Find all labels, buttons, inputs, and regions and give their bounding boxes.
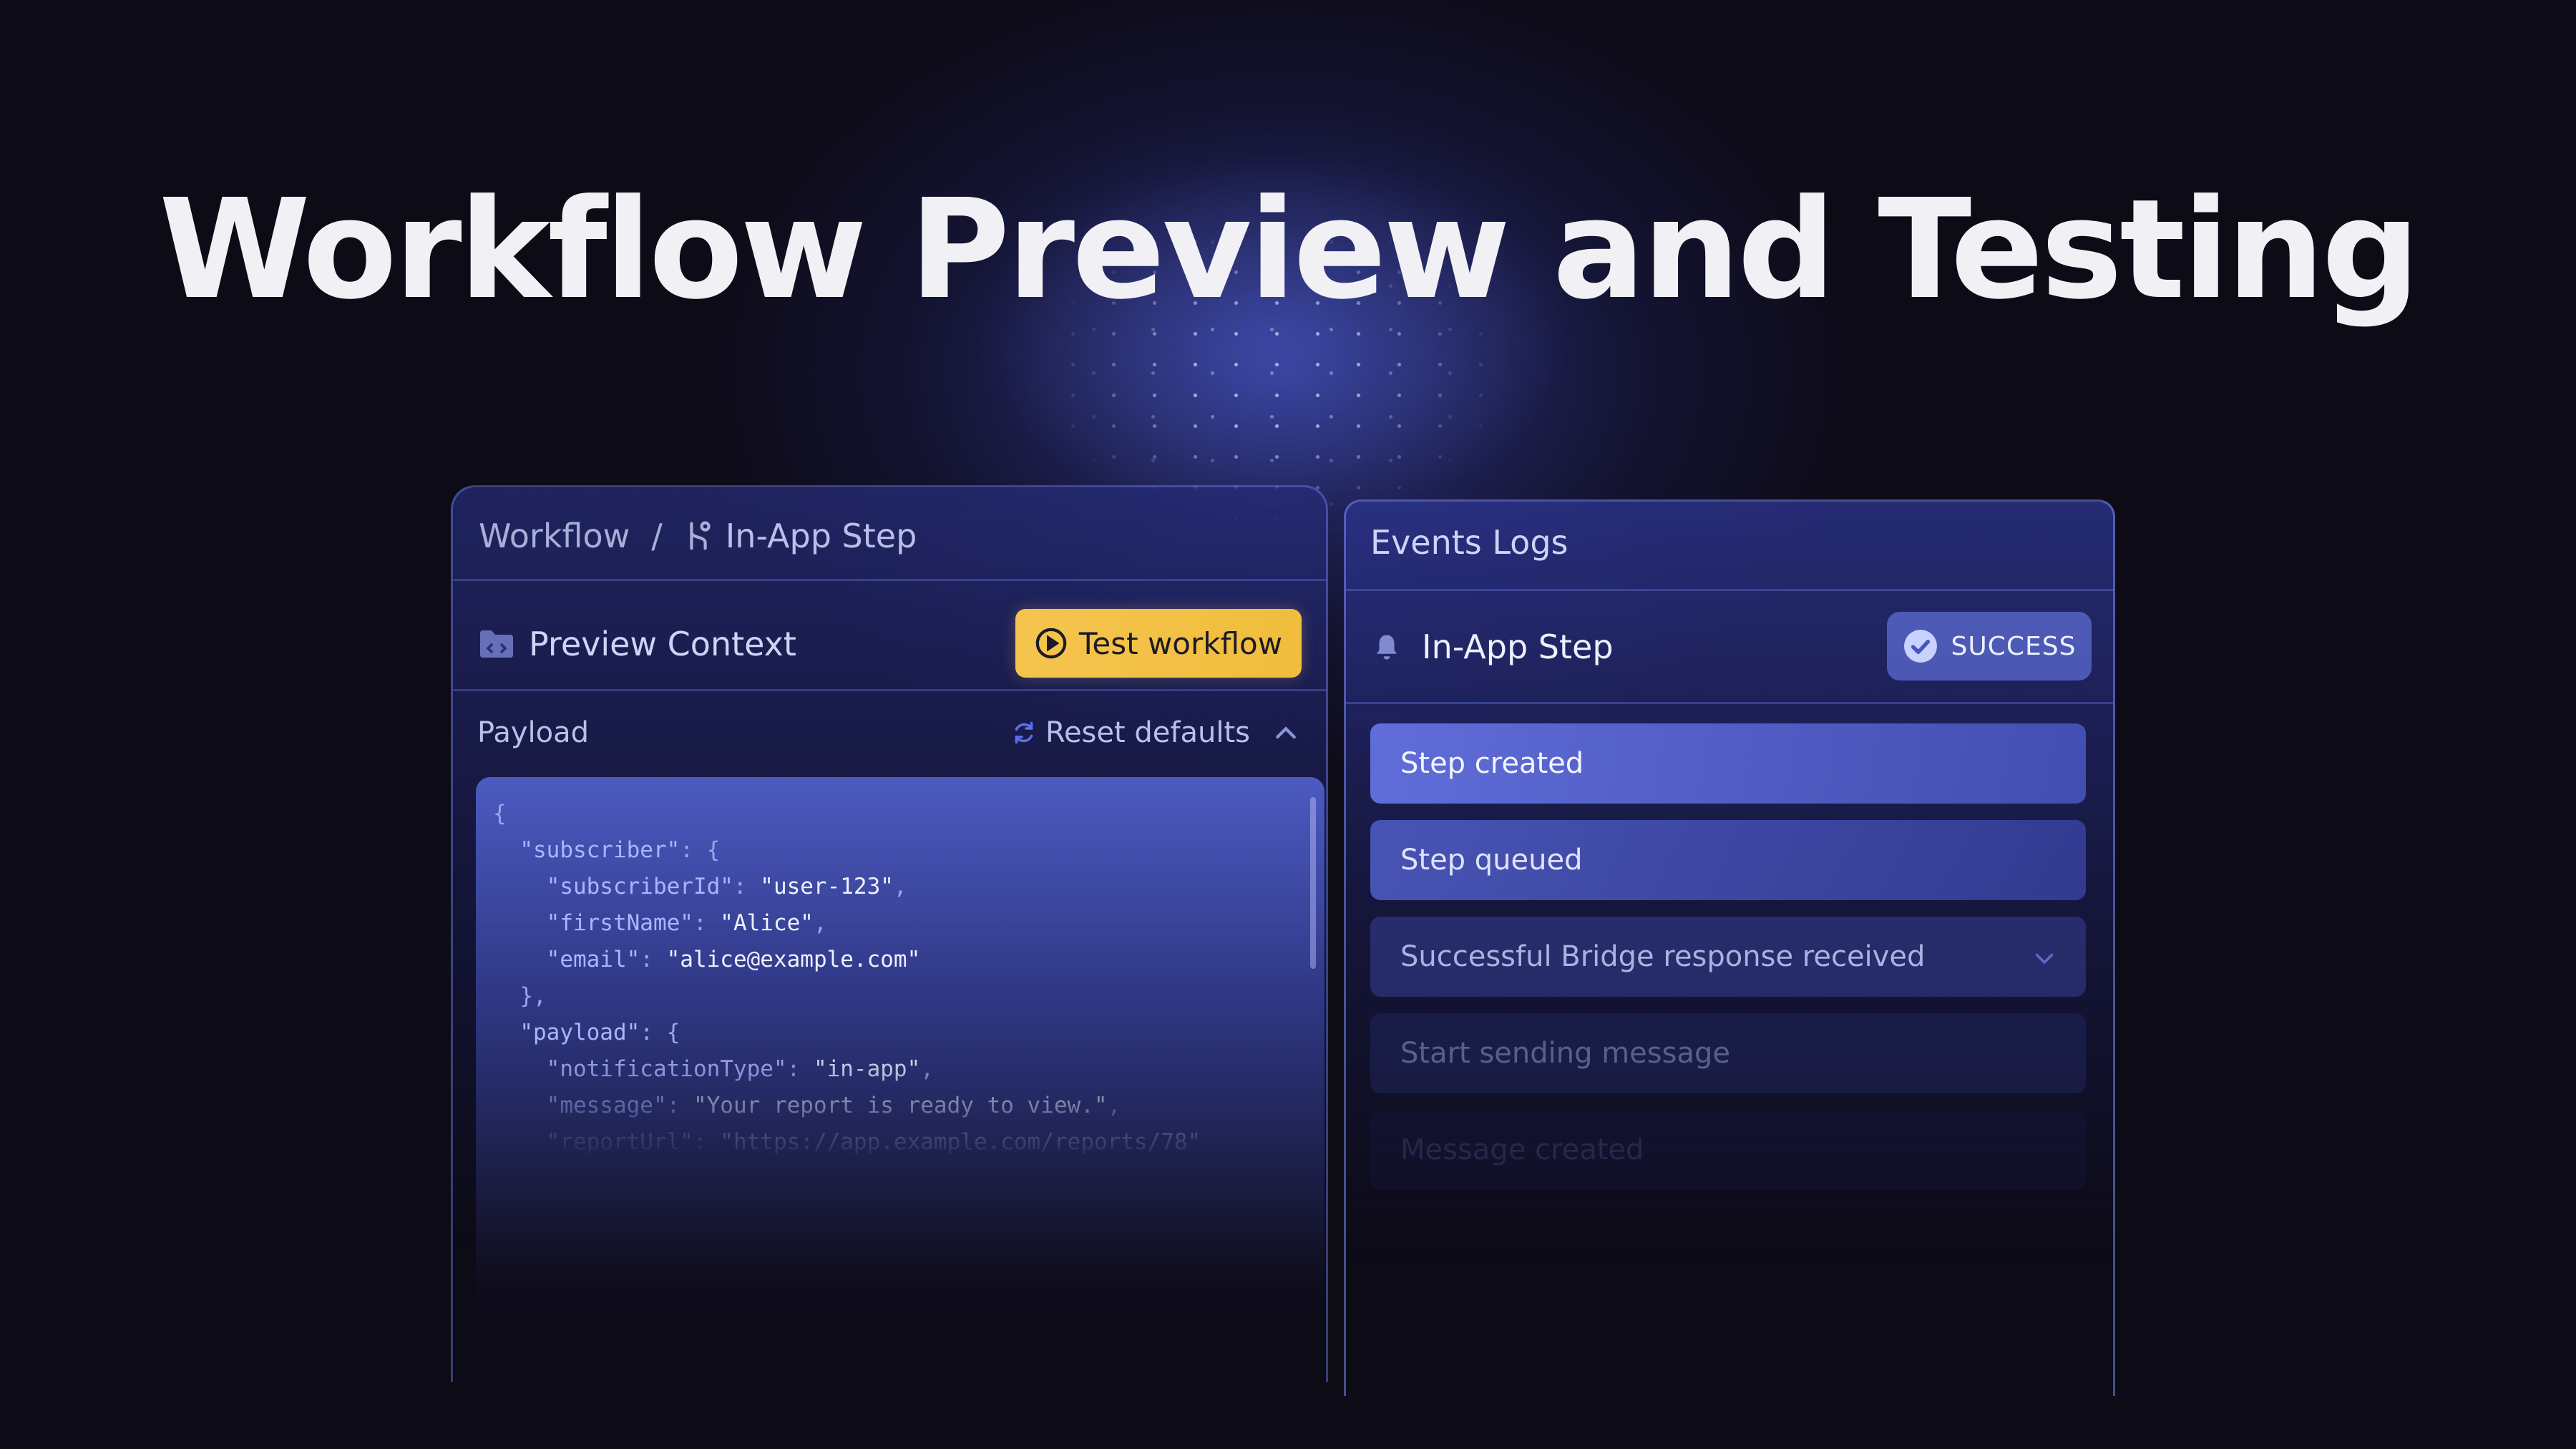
event-label: Start sending message: [1400, 1037, 1730, 1070]
event-item-bridge-response[interactable]: Successful Bridge response received: [1370, 917, 2086, 997]
breadcrumb-workflow-link[interactable]: Workflow: [479, 517, 630, 555]
headline: Workflow Preview and Testing: [159, 170, 2420, 330]
status-badge: SUCCESS: [1887, 612, 2092, 680]
step-summary-row: In-App Step SUCCESS: [1346, 595, 2113, 702]
workflow-step-icon: [690, 521, 711, 550]
event-label: Message created: [1400, 1133, 1644, 1166]
reset-defaults-label: Reset defaults: [1045, 716, 1250, 749]
payload-label: Payload: [477, 716, 589, 749]
step-name: In-App Step: [1422, 628, 1614, 666]
event-label: Step queued: [1400, 844, 1583, 877]
test-workflow-button[interactable]: Test workflow: [1015, 609, 1302, 678]
bell-icon: [1377, 635, 1397, 660]
events-panel: Events Logs In-App Step SUCCESS Step cre…: [1344, 499, 2115, 1396]
chevron-down-icon[interactable]: [2031, 945, 2057, 971]
test-workflow-label: Test workflow: [1078, 625, 1283, 661]
chevron-up-icon[interactable]: [1272, 719, 1300, 748]
event-item-message-created[interactable]: Message created: [1370, 1110, 2086, 1190]
payload-code: { "subscriber": { "subscriberId": "user-…: [493, 801, 1201, 1191]
status-badge-label: SUCCESS: [1951, 631, 2077, 661]
event-item-step-queued[interactable]: Step queued: [1370, 820, 2086, 900]
divider: [1346, 702, 2113, 704]
payload-header: Payload Reset defaults: [477, 709, 1300, 759]
event-label: Step created: [1400, 747, 1584, 780]
divider: [453, 689, 1326, 691]
event-item-start-sending[interactable]: Start sending message: [1370, 1013, 2086, 1093]
editor-scrollbar[interactable]: [1310, 797, 1316, 969]
divider: [453, 579, 1326, 581]
breadcrumb-separator: /: [651, 517, 663, 555]
events-list: Step created Step queued Successful Brid…: [1370, 723, 2086, 1206]
event-item-step-created[interactable]: Step created: [1370, 723, 2086, 804]
preview-context-title: Preview Context: [529, 625, 796, 663]
check-circle-icon: [1903, 630, 1937, 663]
event-label: Successful Bridge response received: [1400, 940, 1926, 973]
events-logs-title: Events Logs: [1370, 523, 1568, 562]
folder-code-icon: [480, 630, 513, 658]
play-circle-icon: [1035, 628, 1067, 659]
workflow-panel: Workflow / In-App Step Preview Context T…: [451, 485, 1328, 1382]
refresh-icon: [1015, 721, 1033, 744]
divider: [1346, 589, 2113, 591]
payload-editor[interactable]: { "subscriber": { "subscriberId": "user-…: [476, 777, 1324, 1321]
breadcrumb-step[interactable]: In-App Step: [726, 517, 917, 555]
breadcrumb: Workflow / In-App Step: [479, 513, 917, 559]
reset-defaults-button[interactable]: Reset defaults: [1011, 716, 1250, 749]
preview-context-row: Preview Context Test workflow: [479, 609, 1302, 680]
